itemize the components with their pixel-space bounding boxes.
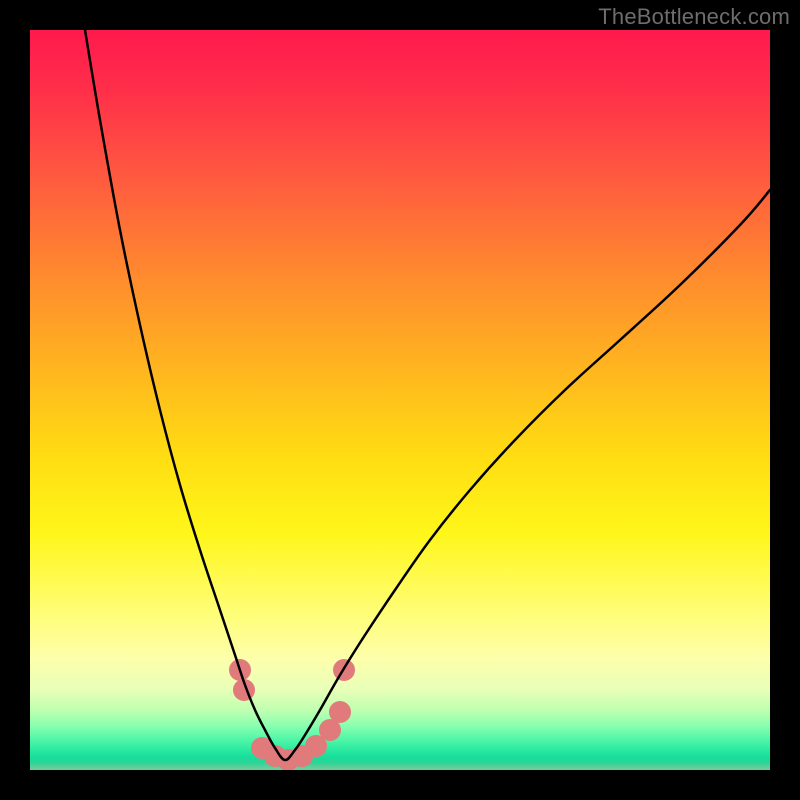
chart-frame: TheBottleneck.com — [0, 0, 800, 800]
curve-layer — [30, 30, 770, 770]
plot-area — [30, 30, 770, 770]
bottleneck-curve — [85, 30, 770, 760]
watermark-text: TheBottleneck.com — [598, 4, 790, 30]
highlight-dot — [329, 701, 351, 723]
